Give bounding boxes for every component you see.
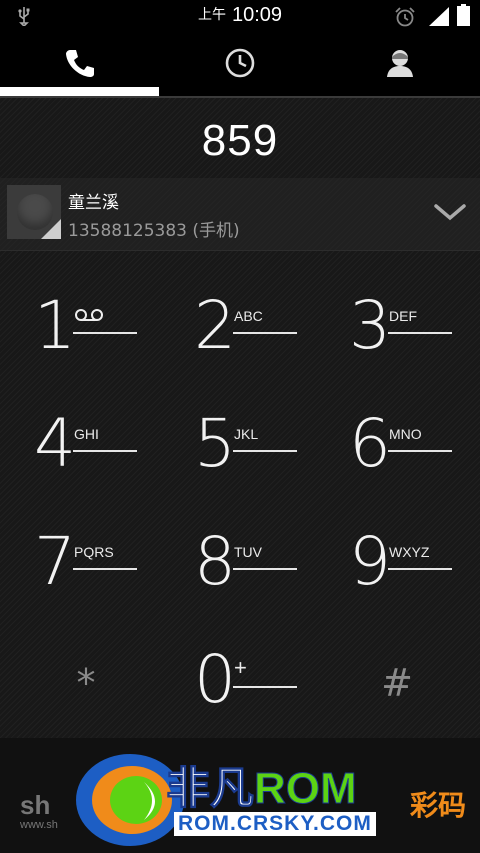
key-digit: 3 <box>349 287 391 364</box>
key-digit: 7 <box>34 523 76 600</box>
tab-contacts[interactable] <box>320 33 480 97</box>
chevron-down-icon <box>432 204 468 228</box>
expand-suggestions-button[interactable] <box>432 200 472 230</box>
avatar <box>7 185 61 239</box>
key-pound[interactable]: # <box>317 631 477 749</box>
key-underline <box>388 568 452 570</box>
key-underline <box>233 332 297 334</box>
clock-time: 10:09 <box>231 4 283 26</box>
key-symbol: * <box>76 661 96 705</box>
person-icon <box>384 47 416 83</box>
key-underline <box>233 450 297 452</box>
key-digit: 8 <box>194 523 236 600</box>
key-7[interactable]: 7 PQRS <box>0 513 160 631</box>
key-underline <box>73 450 137 452</box>
key-8[interactable]: 8 TUV <box>160 513 320 631</box>
key-letters: PQRS <box>74 544 114 560</box>
key-digit: 1 <box>34 287 76 364</box>
key-5[interactable]: 5 JKL <box>160 395 320 513</box>
logo-url: ROM.CRSKY.COM <box>174 812 376 836</box>
key-digit: 5 <box>194 405 236 482</box>
key-letters: DEF <box>389 308 417 324</box>
contact-number: 13588125383 (手机) <box>68 221 240 241</box>
contact-name: 童兰溪 <box>68 193 119 213</box>
key-digit: 2 <box>194 287 236 364</box>
key-letters: GHI <box>74 426 99 442</box>
key-underline <box>233 568 297 570</box>
clock-ampm: 上午 <box>197 7 226 23</box>
key-underline <box>388 332 452 334</box>
key-digit: 4 <box>34 405 76 482</box>
key-letters: ABC <box>234 308 263 324</box>
key-symbol: # <box>381 661 413 705</box>
key-letters: WXYZ <box>389 544 430 560</box>
key-letters: MNO <box>389 426 422 442</box>
phone-icon <box>64 47 96 83</box>
alarm-icon <box>394 6 416 32</box>
key-9[interactable]: 9 WXYZ <box>315 513 475 631</box>
key-underline <box>73 568 137 570</box>
watermark-right: 彩码 <box>410 789 467 822</box>
logo-title: 非凡ROM <box>166 764 358 814</box>
contact-suggestion[interactable]: 童兰溪 13588125383 (手机) <box>0 178 480 251</box>
key-underline <box>233 686 297 688</box>
key-digit: 6 <box>349 405 391 482</box>
key-underline <box>73 332 137 334</box>
key-6[interactable]: 6 MNO <box>315 395 475 513</box>
key-letters: TUV <box>234 544 262 560</box>
key-1[interactable]: 1 <box>0 277 160 395</box>
key-2[interactable]: 2 ABC <box>160 277 320 395</box>
battery-icon <box>457 4 470 26</box>
clock-icon <box>224 47 256 83</box>
key-digit: 9 <box>349 523 391 600</box>
tab-selected-indicator <box>0 87 159 96</box>
key-4[interactable]: 4 GHI <box>0 395 160 513</box>
key-0[interactable]: 0 + <box>160 631 320 749</box>
key-3[interactable]: 3 DEF <box>315 277 475 395</box>
key-star[interactable]: * <box>6 631 166 749</box>
key-underline <box>388 450 452 452</box>
signal-icon <box>428 7 450 31</box>
voicemail-icon <box>74 308 104 325</box>
key-letters: JKL <box>234 426 259 442</box>
watermark-left: sh www.sh <box>20 790 58 831</box>
key-letters: + <box>234 655 247 680</box>
dialed-digits[interactable]: 859 <box>0 110 480 172</box>
tab-call-log[interactable] <box>160 33 320 97</box>
status-bar: 上午 10:09 <box>0 0 480 33</box>
